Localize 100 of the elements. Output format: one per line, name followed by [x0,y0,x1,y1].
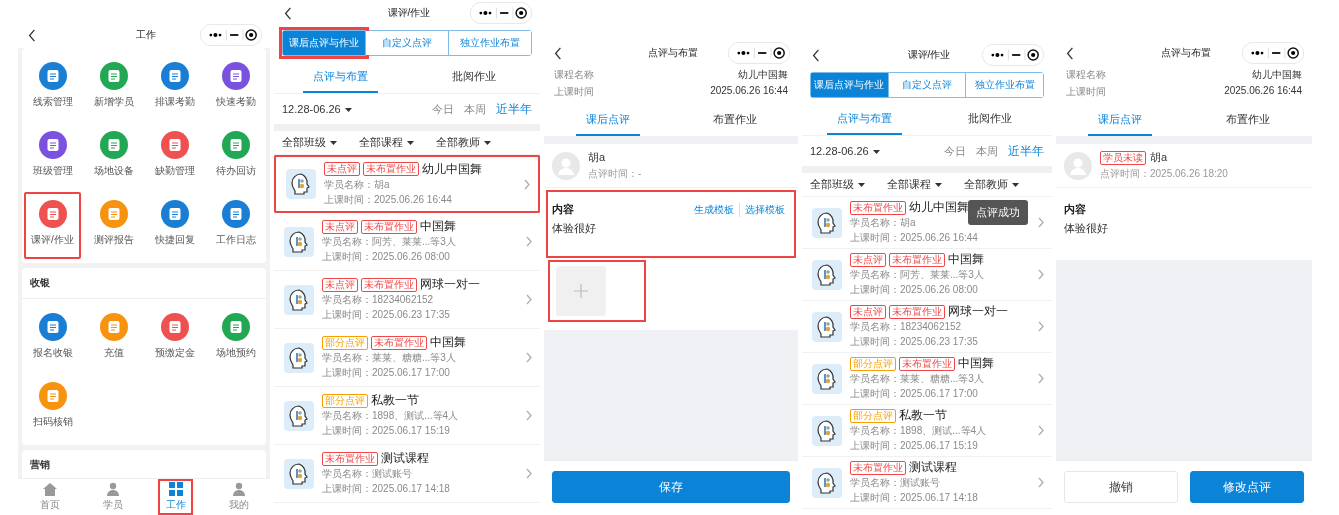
menu-item[interactable]: 课评/作业 [24,192,81,259]
status-tag: 未点评 [322,219,358,234]
course-name: 网球一对一 [420,277,480,292]
home-icon [42,482,57,496]
course-name: 网球一对一 [948,304,1008,319]
lesson-time: 上课时间：2025.06.17 15:19 [322,424,451,438]
lesson-time: 上课时间：2025.06.17 17:00 [322,366,451,380]
filter-dropdown[interactable]: 全部班级 [810,177,865,192]
back-icon[interactable] [554,46,562,60]
capsule-menu-icon[interactable] [980,44,1046,66]
chevron-icon [1038,425,1044,436]
capsule-menu-icon[interactable] [1240,42,1306,64]
student-names: 学员名称：莱莱、糖糖...等3人 [850,372,985,386]
back-icon[interactable] [812,48,820,62]
filter-dropdown[interactable]: 全部课程 [359,135,414,150]
nav-tab[interactable]: 工作 [158,479,193,515]
submit-button[interactable]: 保存 [552,471,790,503]
lesson-item[interactable]: 部分点评 未布置作业 中国舞 学员名称：莱莱、糖糖...等3人 上课时间：2025.06.17 17:00 [802,353,1052,405]
submit-button[interactable]: 修改点评 [1190,471,1304,503]
lesson-time: 上课时间：2025.06.17 17:00 [850,387,979,401]
capsule-menu-icon[interactable] [726,42,792,64]
info-label: 上课时间 [554,85,594,99]
filter-dropdown[interactable]: 全部课程 [887,177,942,192]
segment-button[interactable]: 独立作业布置 [965,73,1043,97]
capsule-menu-icon[interactable] [468,2,534,24]
range-option[interactable]: 近半年 [1008,142,1044,160]
menu-item[interactable]: 缺勤管理 [146,123,203,190]
nav-tab[interactable]: 我的 [221,479,256,515]
lesson-item[interactable]: 部分点评 私教一节 学员名称：1898、测试...等4人 上课时间：2025.06.17 15:19 [802,405,1052,457]
lesson-time: 上课时间：2025.06.26 08:00 [322,250,451,264]
back-icon[interactable] [1066,46,1074,60]
lesson-item[interactable]: 未点评 未布置作业 中国舞 学员名称：阿芳、莱莱...等3人 上课时间：2025.06.26 08:00 [802,249,1052,301]
date-range-dropdown[interactable]: 12.28-06.26 [282,103,352,115]
range-option[interactable]: 本周 [464,100,486,118]
info-value: 幼儿中国舞 [738,68,788,82]
menu-item[interactable]: 测评报告 [85,192,142,259]
chevron-icon [1038,217,1044,228]
menu-item[interactable]: 场地预约 [207,305,264,372]
student-names: 学员名称：1898、测试...等4人 [322,409,460,423]
course-icon [284,400,314,431]
menu-item[interactable]: 充值 [85,305,142,372]
status-tag: 未布置作业 [363,162,419,176]
menu-item[interactable]: 工作日志 [207,192,264,259]
lesson-item[interactable]: 未点评 未布置作业 中国舞 学员名称：阿芳、莱莱...等3人 上课时间：2025.06.26 08:00 [274,213,540,271]
menu-item[interactable]: 排课考勤 [146,54,203,121]
info-value: 幼儿中国舞 [1252,68,1302,82]
filter-dropdown[interactable]: 全部班级 [282,135,337,150]
lesson-item[interactable]: 未点评 未布置作业 网球一对一 学员名称：18234062152 上课时间：2025.06.23 17:35 [274,271,540,329]
lesson-item[interactable]: 未布置作业 测试课程 学员名称：测试账号 上课时间：2025.06.17 14:18 [274,445,540,503]
range-option[interactable]: 今日 [432,100,454,118]
menu-item[interactable]: 报名收银 [24,305,81,372]
tab[interactable]: 批阅作业 [441,62,506,93]
review-text: 体验很好 [552,221,597,236]
chevron-icon [526,352,532,363]
lesson-item[interactable]: 未点评 未布置作业 网球一对一 学员名称：18234062152 上课时间：2025.06.23 17:35 [802,301,1052,353]
template-link[interactable]: 选择模板 [739,202,790,217]
status-tag: 未点评 [324,162,360,176]
menu-item[interactable]: 线索管理 [24,54,81,121]
nav-tab[interactable]: 首页 [32,479,67,515]
menu-item[interactable]: 快速考勤 [207,54,264,121]
template-link[interactable]: 生成模板 [689,202,739,217]
cancel-button[interactable]: 撤销 [1064,471,1178,503]
lesson-item[interactable]: 未布置作业 测试课程 学员名称：测试账号 上课时间：2025.06.17 14:18 [802,457,1052,509]
range-option[interactable]: 今日 [944,142,966,160]
range-option[interactable]: 近半年 [496,100,532,118]
segment-button[interactable]: 独立作业布置 [448,31,531,55]
tab[interactable]: 布置作业 [702,105,767,136]
status-tag: 部分点评 [850,408,896,423]
course-icon [812,467,842,498]
lesson-item[interactable]: 部分点评 未布置作业 中国舞 学员名称：莱莱、糖糖...等3人 上课时间：2025.06.17 17:00 [274,329,540,387]
tab[interactable]: 点评与布置 [827,104,902,135]
menu-item[interactable]: 新增学员 [85,54,142,121]
back-icon[interactable] [284,6,292,20]
filter-dropdown[interactable]: 全部教师 [436,135,491,150]
menu-item[interactable]: 班级管理 [24,123,81,190]
student-names: 学员名称：胡a [850,216,917,230]
tab[interactable]: 布置作业 [1216,105,1280,136]
capsule-menu-icon[interactable] [198,24,264,46]
tab[interactable]: 批阅作业 [957,104,1022,135]
range-option[interactable]: 本周 [976,142,998,160]
tab[interactable]: 点评与布置 [303,62,378,93]
menu-item[interactable]: 扫码核销 [24,374,81,441]
nav-tab[interactable]: 学员 [95,479,130,515]
lesson-time: 上课时间：2025.06.17 14:18 [850,491,979,505]
back-icon[interactable] [28,28,36,42]
course-name: 幼儿中国舞 [909,200,969,215]
lesson-item[interactable]: 部分点评 私教一节 学员名称：1898、测试...等4人 上课时间：2025.06.17 15:19 [274,387,540,445]
menu-item[interactable]: 预缴定金 [146,305,203,372]
menu-item[interactable]: 待办回访 [207,123,264,190]
menu-item[interactable]: 场地设备 [85,123,142,190]
status-tag: 未布置作业 [850,460,906,475]
segment-button[interactable]: 课后点评与作业 [811,73,888,97]
course-name: 私教一节 [371,393,419,408]
chevron-icon [526,294,532,305]
course-icon [812,363,842,394]
date-range-dropdown[interactable]: 12.28-06.26 [810,145,880,157]
lesson-item[interactable]: 未点评 未布置作业 幼儿中国舞 学员名称：胡a 上课时间：2025.06.26 16:44 [274,155,540,213]
menu-item[interactable]: 快捷回复 [146,192,203,259]
filter-dropdown[interactable]: 全部教师 [964,177,1019,192]
plus-icon [574,284,588,298]
